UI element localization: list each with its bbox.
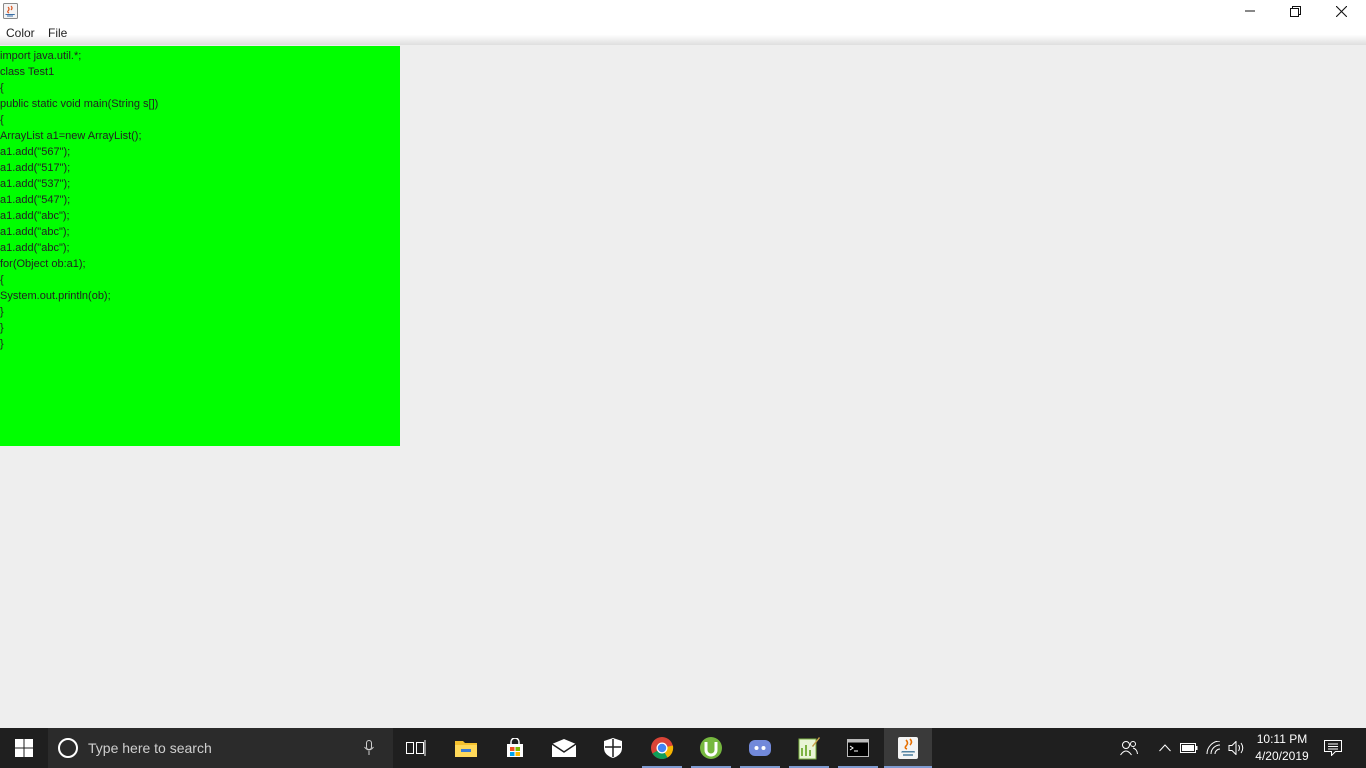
code-line: class Test1: [0, 66, 55, 78]
code-line: {: [0, 114, 4, 126]
store-bag-icon: [507, 738, 523, 757]
code-line: a1.add("547");: [0, 194, 71, 206]
action-center-icon[interactable]: [1323, 738, 1343, 758]
microphone-icon[interactable]: [364, 740, 374, 756]
code-line: for(Object ob:a1);: [0, 258, 86, 270]
minimize-button[interactable]: [1227, 0, 1273, 22]
search-placeholder: Type here to search: [88, 740, 212, 756]
volume-icon[interactable]: [1227, 738, 1247, 758]
file-explorer-button[interactable]: [442, 728, 490, 768]
command-prompt-button[interactable]: [834, 728, 882, 768]
battery-icon[interactable]: [1179, 738, 1199, 758]
code-line: System.out.println(ob);: [0, 290, 111, 302]
windows-security-button[interactable]: [589, 728, 637, 768]
menu-file[interactable]: File: [48, 26, 67, 40]
restore-button[interactable]: [1272, 0, 1318, 22]
mail-envelope-icon: [552, 739, 576, 757]
code-line: a1.add("567");: [0, 146, 71, 158]
notepad-plus-button[interactable]: [785, 728, 833, 768]
taskbar: Type here to search 10:11 PM 4/20/2019: [0, 728, 1366, 768]
task-view-button[interactable]: [392, 728, 440, 768]
wifi-icon[interactable]: [1204, 738, 1224, 758]
show-hidden-icons-chevron-icon[interactable]: [1155, 738, 1175, 758]
cortana-icon: [58, 738, 78, 758]
code-line: }: [0, 306, 4, 318]
folder-icon: [455, 741, 477, 757]
mail-button[interactable]: [540, 728, 588, 768]
discord-button[interactable]: [736, 728, 784, 768]
discord-icon: [749, 740, 771, 756]
java-icon: [898, 737, 918, 759]
code-line: a1.add("517");: [0, 162, 71, 174]
windows-logo-icon: [15, 739, 33, 757]
java-app-icon[interactable]: [3, 3, 18, 19]
chrome-button[interactable]: [638, 728, 686, 768]
code-line: public static void main(String s[]): [0, 98, 159, 110]
clock-time: 10:11 PM: [1256, 732, 1308, 746]
utorrent-button[interactable]: [687, 728, 735, 768]
shield-icon: [604, 738, 622, 758]
menu-color[interactable]: Color: [6, 26, 35, 40]
taskbar-clock[interactable]: 10:11 PM 4/20/2019: [1246, 731, 1318, 765]
code-line: a1.add("abc");: [0, 242, 70, 254]
clock-date: 4/20/2019: [1255, 749, 1309, 763]
chrome-icon: [651, 737, 674, 759]
code-line: }: [0, 322, 4, 334]
microsoft-store-button[interactable]: [491, 728, 539, 768]
people-icon[interactable]: [1119, 738, 1139, 758]
code-line: import java.util.*;: [0, 50, 82, 62]
start-button[interactable]: [0, 728, 48, 768]
notepad-plus-icon: [798, 737, 820, 760]
java-app-button[interactable]: [884, 728, 932, 768]
taskbar-search-box[interactable]: Type here to search: [48, 728, 393, 768]
utorrent-icon: [700, 737, 722, 759]
code-text-area[interactable]: import java.util.*; class Test1 { public…: [0, 46, 400, 446]
task-view-icon: [406, 740, 426, 756]
code-line: ArrayList a1=new ArrayList();: [0, 130, 142, 142]
code-line: a1.add("abc");: [0, 226, 70, 238]
code-line: {: [0, 82, 4, 94]
terminal-icon: [847, 739, 869, 757]
code-line: a1.add("537");: [0, 178, 71, 190]
code-line: a1.add("abc");: [0, 210, 70, 222]
code-line: }: [0, 338, 4, 350]
code-line: {: [0, 274, 4, 286]
menu-bar: Color File: [0, 22, 1366, 45]
window-title-bar: [0, 0, 1366, 22]
close-button[interactable]: [1318, 0, 1364, 22]
